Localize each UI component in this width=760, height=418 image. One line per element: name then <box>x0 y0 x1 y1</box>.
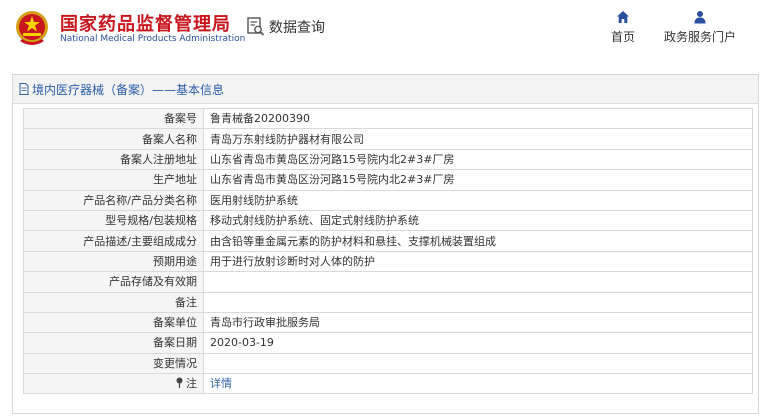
site-title: 国家药品监督管理局 <box>60 14 231 35</box>
table-row: 备注 <box>23 291 753 313</box>
table-row: 预期用途 用于进行放射诊断时对人体的防护 <box>23 250 753 273</box>
field-label: 备案单位 <box>23 311 204 334</box>
field-label: 产品名称/产品分类名称 <box>23 189 204 211</box>
note-label-cell: 注 <box>23 373 204 395</box>
field-label: 产品描述/主要组成成分 <box>23 230 204 252</box>
field-value: 山东省青岛市黄岛区汾河路15号院内北2#3#厂房 <box>203 169 753 191</box>
table-row: 变更情况 <box>23 352 753 375</box>
field-value: 移动式射线防护系统、固定式射线防护系统 <box>203 209 753 232</box>
field-value: 用于进行放射诊断时对人体的防护 <box>203 250 753 273</box>
nav-home[interactable]: 首页 <box>603 10 643 45</box>
field-label: 备案日期 <box>23 332 204 354</box>
field-label: 备案号 <box>23 107 204 130</box>
panel-title: 境内医疗器械（备案）——基本信息 <box>32 82 225 97</box>
field-label: 生产地址 <box>23 169 204 191</box>
field-value: 青岛市行政审批服务局 <box>203 311 753 334</box>
table-row: 备案日期 2020-03-19 <box>23 332 753 354</box>
table-row: 产品存储及有效期 <box>23 271 753 293</box>
field-value: 医用射线防护系统 <box>203 189 753 211</box>
field-label: 预期用途 <box>23 250 204 273</box>
document-search-icon <box>247 17 265 36</box>
table-row: 产品名称/产品分类名称 医用射线防护系统 <box>23 189 753 211</box>
table-row: 生产地址 山东省青岛市黄岛区汾河路15号院内北2#3#厂房 <box>23 169 753 191</box>
field-label: 备案人名称 <box>23 128 204 150</box>
table-row: 产品描述/主要组成成分 由含铅等重金属元素的防护材料和悬挂、支撑机械装置组成 <box>23 230 753 252</box>
data-query-link[interactable]: 数据查询 <box>247 16 325 38</box>
table-row: 备案号 鲁青械备20200390 <box>23 107 753 130</box>
home-icon <box>617 11 629 23</box>
nav-service-portal[interactable]: 政务服务门户 <box>655 10 745 45</box>
field-value: 山东省青岛市黄岛区汾河路15号院内北2#3#厂房 <box>203 148 753 171</box>
nav-home-label: 首页 <box>610 30 635 44</box>
site-header: 国家药品监督管理局 National Medical Products Admi… <box>0 0 760 62</box>
table-row: 型号规格/包装规格 移动式射线防护系统、固定式射线防护系统 <box>23 209 753 232</box>
field-label: 备案人注册地址 <box>23 148 204 171</box>
user-icon <box>694 11 706 24</box>
field-label: 变更情况 <box>23 352 204 375</box>
national-emblem-icon <box>16 11 48 45</box>
details-link[interactable]: 详情 <box>210 377 232 390</box>
field-value: 鲁青械备20200390 <box>203 107 753 130</box>
site-subtitle: National Medical Products Administration <box>60 34 246 44</box>
field-value: 青岛万东射线防护器材有限公司 <box>203 128 753 150</box>
note-value-cell: 详情 <box>203 373 753 395</box>
pin-icon <box>176 377 183 389</box>
nav-service-label: 政务服务门户 <box>663 30 736 44</box>
table-row-note: 注详情 <box>23 373 753 395</box>
document-icon <box>19 83 29 95</box>
record-panel: 境内医疗器械（备案）——基本信息 备案号 鲁青械备20200390 备案人名称 青岛万… <box>12 74 759 414</box>
panel-header: 境内医疗器械（备案）——基本信息 <box>13 75 758 104</box>
data-query-label: 数据查询 <box>269 20 325 36</box>
field-value <box>203 271 753 293</box>
field-value <box>203 291 753 313</box>
table-row: 备案单位 青岛市行政审批服务局 <box>23 311 753 334</box>
field-label: 型号规格/包装规格 <box>23 209 204 232</box>
field-value: 2020-03-19 <box>203 332 753 354</box>
table-row: 备案人注册地址 山东省青岛市黄岛区汾河路15号院内北2#3#厂房 <box>23 148 753 171</box>
field-value: 由含铅等重金属元素的防护材料和悬挂、支撑机械装置组成 <box>203 230 753 252</box>
field-label: 备注 <box>23 291 204 313</box>
field-label: 产品存储及有效期 <box>23 271 204 293</box>
field-value <box>203 352 753 375</box>
record-info-table: 备案号 鲁青械备20200390 备案人名称 青岛万东射线防护器材有限公司 备案人注册地… <box>23 107 753 395</box>
table-row: 备案人名称 青岛万东射线防护器材有限公司 <box>23 128 753 150</box>
note-label: 注 <box>186 377 197 391</box>
